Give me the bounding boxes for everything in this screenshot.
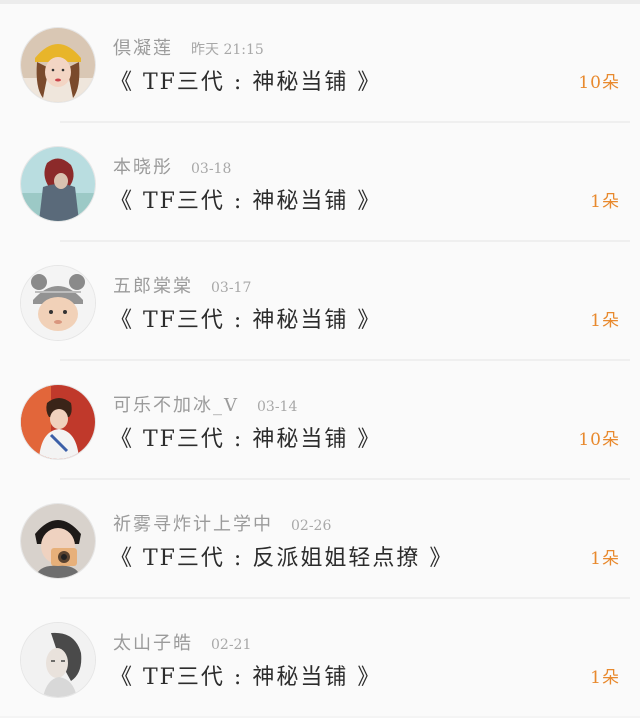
timestamp: 03-17 xyxy=(211,280,252,296)
flower-count: 1朵 xyxy=(590,192,620,212)
avatar[interactable] xyxy=(21,266,95,340)
avatar[interactable] xyxy=(21,147,95,221)
avatar[interactable] xyxy=(21,504,95,578)
avatar-girl-yellow-hat-icon xyxy=(21,28,95,102)
list-item[interactable]: 五郎棠棠 03-17 《 TF三代 : 神秘当铺 》 1朵 xyxy=(0,242,640,361)
timestamp: 03-14 xyxy=(257,399,298,415)
list-item[interactable]: 本晓彤 03-18 《 TF三代 : 神秘当铺 》 1朵 xyxy=(0,123,640,242)
avatar[interactable] xyxy=(21,623,95,697)
item-meta: 本晓彤 03-18 xyxy=(113,153,232,179)
timestamp: 03-18 xyxy=(191,161,232,177)
avatar-boy-red-background-icon xyxy=(21,385,95,459)
item-meta: 可乐不加冰_V 03-14 xyxy=(113,391,298,417)
flower-count: 1朵 xyxy=(590,668,620,688)
username[interactable]: 倶凝莲 xyxy=(113,34,173,60)
book-title[interactable]: 《 TF三代 : 神秘当铺 》 xyxy=(110,64,381,98)
timestamp: 02-21 xyxy=(211,637,252,653)
item-meta: 祈雾寻炸计上学中 02-26 xyxy=(113,510,332,536)
book-title[interactable]: 《 TF三代 : 反派姐姐轻点撩 》 xyxy=(110,540,453,574)
book-title[interactable]: 《 TF三代 : 神秘当铺 》 xyxy=(110,421,381,455)
avatar-boy-camera-icon xyxy=(21,504,95,578)
flower-count: 1朵 xyxy=(590,311,620,331)
avatar-girl-sketch-icon xyxy=(21,623,95,697)
flower-count: 10朵 xyxy=(578,430,620,450)
list-item[interactable]: 倶凝莲 昨天 21:15 《 TF三代 : 神秘当铺 》 10朵 xyxy=(0,4,640,123)
avatar[interactable] xyxy=(21,385,95,459)
timestamp: 昨天 21:15 xyxy=(191,42,264,58)
item-meta: 太山子皓 02-21 xyxy=(113,629,252,655)
book-title[interactable]: 《 TF三代 : 神秘当铺 》 xyxy=(110,659,381,693)
username[interactable]: 祈雾寻炸计上学中 xyxy=(113,510,273,536)
book-title[interactable]: 《 TF三代 : 神秘当铺 》 xyxy=(110,183,381,217)
flower-count: 1朵 xyxy=(590,549,620,569)
item-meta: 倶凝莲 昨天 21:15 xyxy=(113,34,264,60)
username[interactable]: 本晓彤 xyxy=(113,153,173,179)
timestamp: 02-26 xyxy=(291,518,332,534)
avatar[interactable] xyxy=(21,28,95,102)
book-title[interactable]: 《 TF三代 : 神秘当铺 》 xyxy=(110,302,381,336)
item-meta: 五郎棠棠 03-17 xyxy=(113,272,252,298)
username[interactable]: 太山子皓 xyxy=(113,629,193,655)
gift-record-list: 倶凝莲 昨天 21:15 《 TF三代 : 神秘当铺 》 10朵 本晓彤 03-… xyxy=(0,0,640,716)
username[interactable]: 可乐不加冰_V xyxy=(113,391,239,417)
list-item[interactable]: 可乐不加冰_V 03-14 《 TF三代 : 神秘当铺 》 10朵 xyxy=(0,361,640,480)
username[interactable]: 五郎棠棠 xyxy=(113,272,193,298)
flower-count: 10朵 xyxy=(578,73,620,93)
avatar-anime-red-hair-icon xyxy=(21,147,95,221)
list-item[interactable]: 太山子皓 02-21 《 TF三代 : 神秘当铺 》 1朵 xyxy=(0,599,640,718)
avatar-baby-bear-hat-icon xyxy=(21,266,95,340)
list-item[interactable]: 祈雾寻炸计上学中 02-26 《 TF三代 : 反派姐姐轻点撩 》 1朵 xyxy=(0,480,640,599)
